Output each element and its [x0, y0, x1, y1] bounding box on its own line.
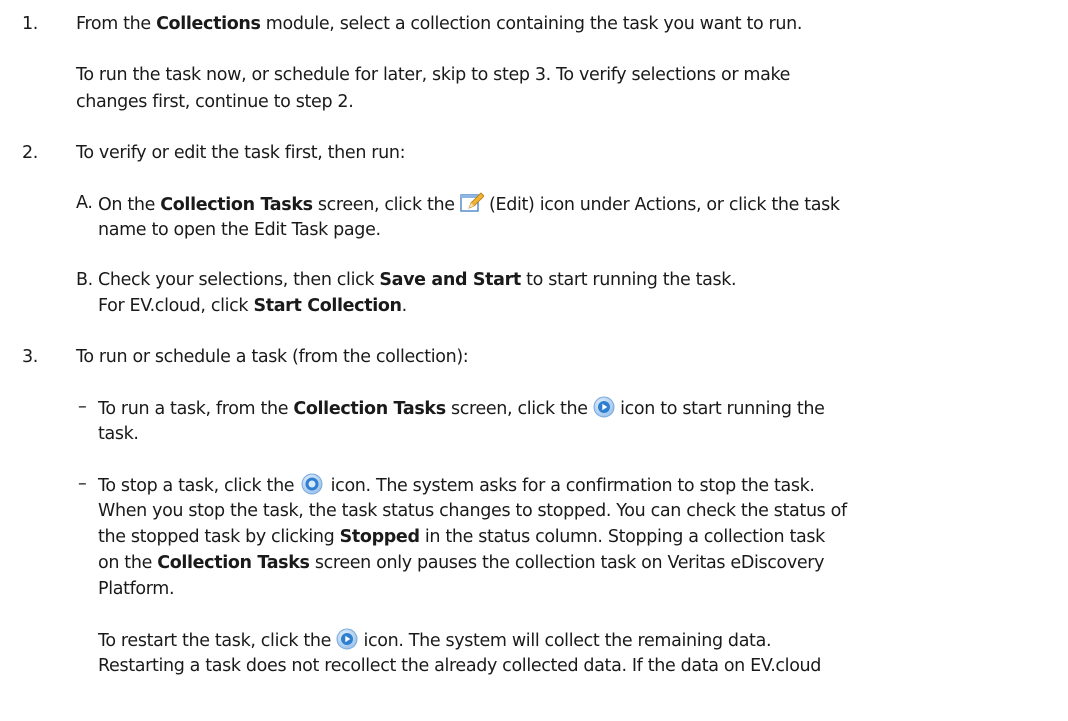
- step-3-stop-line-4-b: screen only pauses the collection task o…: [309, 553, 825, 573]
- step-3-restart-text-b: icon. The system will collect the remain…: [358, 631, 772, 651]
- step-1-number: 1.: [22, 14, 38, 34]
- step-2a-letter: A.: [76, 193, 93, 213]
- step-3-stop-line-3-a: the stopped task by clicking: [98, 527, 340, 547]
- step-3-stop-line-4: on the Collection Tasks screen only paus…: [98, 552, 824, 574]
- stopped-term: Stopped: [339, 527, 420, 547]
- step-3-run-text-b: screen, click the: [445, 399, 593, 419]
- bullet-run: –: [78, 397, 87, 417]
- start-collection-term: Start Collection: [253, 296, 402, 316]
- step-2-number: 2.: [22, 143, 38, 163]
- collection-tasks-term: Collection Tasks: [160, 195, 313, 215]
- play-circle-icon: [336, 628, 358, 656]
- step-3-stop-text-a: To stop a task, click the: [98, 476, 300, 496]
- step-1-text: From the Collections module, select a co…: [76, 13, 802, 35]
- collection-tasks-term-2: Collection Tasks: [293, 399, 446, 419]
- step-3-stop-line-5: Platform.: [98, 579, 175, 599]
- step-3-run-line-1: To run a task, from the Collection Tasks…: [98, 396, 825, 424]
- step-3-stop-line-3: the stopped task by clicking Stopped in …: [98, 526, 825, 548]
- document-page: 1. From the Collections module, select a…: [0, 0, 1068, 721]
- step-3-restart-text-a: To restart the task, click the: [98, 631, 337, 651]
- step-2b-line-2-b: .: [401, 296, 408, 316]
- step-1-text-b: module, select a collection containing t…: [260, 14, 803, 34]
- step-2b-text-b: to start running the task.: [520, 270, 737, 290]
- step-1-text-a: From the: [76, 14, 157, 34]
- step-3-number: 3.: [22, 347, 38, 367]
- step-2b-line-1: Check your selections, then click Save a…: [98, 269, 737, 291]
- step-3-restart-line-1: To restart the task, click the icon. The…: [98, 628, 772, 656]
- collection-tasks-term-3: Collection Tasks: [157, 553, 310, 573]
- step-2b-line-2: For EV.cloud, click Start Collection.: [98, 295, 407, 317]
- save-and-start-term: Save and Start: [379, 270, 521, 290]
- step-2a-text-a: On the: [98, 195, 161, 215]
- step-3-run-text-c: icon to start running the: [614, 399, 825, 419]
- collections-term: Collections: [156, 14, 261, 34]
- bullet-stop: –: [78, 474, 87, 494]
- play-circle-icon: [593, 396, 615, 424]
- step-3-stop-line-4-a: on the: [98, 553, 158, 573]
- step-3-stop-text-b: icon. The system asks for a confirmation…: [325, 476, 815, 496]
- step-2a-text-b: screen, click the: [312, 195, 460, 215]
- step-3-stop-line-2: When you stop the task, the task status …: [98, 501, 847, 521]
- step-2b-line-2-a: For EV.cloud, click: [98, 296, 254, 316]
- step-2b-letter: B.: [76, 270, 93, 290]
- step-3-run-line-2: task.: [98, 424, 139, 444]
- step-3-stop-line-3-b: in the status column. Stopping a collect…: [419, 527, 825, 547]
- step-2-intro: To verify or edit the task first, then r…: [76, 143, 406, 163]
- step-3-stop-line-1: To stop a task, click the icon. The syst…: [98, 473, 815, 501]
- step-3-restart-line-2: Restarting a task does not recollect the…: [98, 656, 822, 676]
- step-2b-text-a: Check your selections, then click: [98, 270, 380, 290]
- step-2a-line-1: On the Collection Tasks screen, click th…: [98, 192, 840, 220]
- step-3-run-text-a: To run a task, from the: [98, 399, 294, 419]
- step-1-note-line-2: changes first, continue to step 2.: [76, 92, 354, 112]
- step-3-intro: To run or schedule a task (from the coll…: [76, 347, 469, 367]
- step-2a-text-c: (Edit) icon under Actions, or click the …: [483, 195, 840, 215]
- step-2a-line-2: name to open the Edit Task page.: [98, 220, 381, 240]
- stop-circle-icon: [299, 473, 325, 501]
- edit-pencil-icon: [460, 192, 485, 220]
- step-1-note-line-1: To run the task now, or schedule for lat…: [76, 65, 791, 85]
